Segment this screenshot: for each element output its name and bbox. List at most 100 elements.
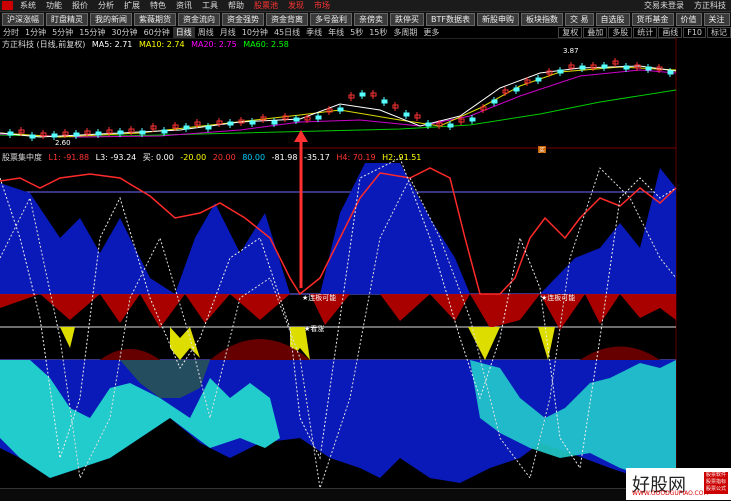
period-tab-10[interactable]: 45日线 [271,27,303,38]
chart-tool-button-0[interactable]: 复权 [558,27,583,38]
candle-body [73,132,80,137]
period-tab-12[interactable]: 年线 [325,27,347,38]
period-tab-16[interactable]: 更多 [420,27,442,38]
period-tab-0[interactable]: 分时 [0,27,22,38]
candle-body [205,125,212,130]
menu-item-discover[interactable]: 发现 [283,0,309,11]
indicator-l6: 20.00 [212,153,236,162]
candle-body [359,92,366,97]
menu-bar: 系统 功能 报价 分析 扩展 特色 资讯 工具 帮助 股票池 发现 市场 交易未… [0,0,731,12]
menu-item-extend[interactable]: 扩展 [119,0,145,11]
menu-item-info[interactable]: 资讯 [171,0,197,11]
toolbar-button-2[interactable]: 我的新闻 [90,12,132,26]
price-panel: 3.87 2.60 买 [0,47,677,154]
chart-area[interactable]: 3.87 2.60 买 ★连板可能 ★连板可能 ★看涨 [0,38,731,488]
chart-tool-button-1[interactable]: 叠加 [583,27,608,38]
indicator-h4: H4: 70.19 [336,153,376,162]
period-tab-14[interactable]: 15秒 [366,27,390,38]
chart-tool-button-4[interactable]: 画线 [658,27,683,38]
status-bar [0,488,731,501]
toolbar-button-11[interactable]: 新股申购 [476,12,519,26]
candle-body [381,99,388,104]
watermark-badge: 股票软件 股票指标 股票公式 [704,472,728,494]
menu-item-stock-pool[interactable]: 股票池 [249,0,283,11]
chart-tool-button-3[interactable]: 统计 [633,27,658,38]
period-tab-8[interactable]: 月线 [217,27,239,38]
period-tab-6[interactable]: 日线 [172,27,195,38]
toolbar-button-1[interactable]: 盯盘精灵 [46,12,88,26]
toolbar-button-9[interactable]: 跌停买 [390,12,424,26]
chart-tool-button-6[interactable]: 标记 [707,27,731,38]
chart-tool-button-5[interactable]: F10 [683,27,706,38]
menu-item-help[interactable]: 帮助 [223,0,249,11]
period-tab-5[interactable]: 60分钟 [141,27,173,38]
candle-body [95,131,102,136]
toolbar-button-4[interactable]: 资金流向 [178,12,220,26]
ma20-line [0,69,677,138]
toolbar-button-15[interactable]: 货币基金 [631,12,674,26]
candle-body [7,131,14,136]
login-status[interactable]: 交易未登录 [639,0,689,11]
menu-item-function[interactable]: 功能 [41,0,67,11]
toolbar-button-0[interactable]: 沪深涨幅 [2,12,44,26]
toolbar-button-13[interactable]: 交 易 [564,12,594,26]
indicator-l4: 买: 0.00 [142,153,174,162]
yellow-zone-3 [468,327,500,360]
toolbar-button-5[interactable]: 资金强势 [222,12,264,26]
period-tab-9[interactable]: 10分钟 [239,27,271,38]
candle-body [491,99,498,104]
toolbar-button-17[interactable]: 关注 [703,12,730,26]
app-logo-icon [2,1,13,10]
toolbar-button-3[interactable]: 紫薇期货 [134,12,176,26]
period-tab-13[interactable]: 5秒 [347,27,366,38]
menu-item-special[interactable]: 特色 [145,0,171,11]
candle-body [557,69,564,74]
menu-item-quote[interactable]: 报价 [67,0,93,11]
toolbar-button-16[interactable]: 价值 [675,12,702,26]
menu-item-tools[interactable]: 工具 [197,0,223,11]
period-tab-11[interactable]: 季线 [303,27,325,38]
candle-body [337,107,344,112]
menu-item-analysis[interactable]: 分析 [93,0,119,11]
toolbar-button-12[interactable]: 板块指数 [520,12,563,26]
candle-body [623,65,630,70]
candle-body [667,70,674,75]
indicator-l1: L1: -91.88 [48,153,90,162]
menu-item-market[interactable]: 市场 [309,0,335,11]
candle-body [645,66,652,71]
candle-body [579,65,586,70]
period-tab-3[interactable]: 15分钟 [76,27,108,38]
signal-label-3: ★看涨 [304,324,324,333]
candle-body [535,77,542,82]
indicator-name: 股票集中度 [2,153,42,162]
period-tab-2[interactable]: 5分钟 [49,27,76,38]
candle-body [161,129,168,134]
candle-body [293,117,300,122]
toolbar-button-7[interactable]: 多号盈利 [310,12,352,26]
period-tab-7[interactable]: 周线 [195,27,217,38]
toolbar-button-10[interactable]: BTF数据表 [426,12,475,26]
ma5-line [0,65,677,138]
period-tab-4[interactable]: 30分钟 [108,27,140,38]
indicator-l5: -20.00 [180,153,207,162]
period-tab-15[interactable]: 多周期 [390,27,420,38]
candle-body [425,122,432,127]
candle-body [139,130,146,135]
toolbar-button-14[interactable]: 自选股 [595,12,630,26]
toolbar-button-6[interactable]: 资金背离 [266,12,308,26]
candle-body [249,120,256,125]
candle-body [601,64,608,69]
menu-item-system[interactable]: 系统 [15,0,41,11]
candle-body [117,130,124,135]
candle-body [403,112,410,117]
site-watermark: 好股网 WWW.GOODGUPIAO.COM 股票软件 股票指标 股票公式 [626,468,731,500]
indicator-l9: -35.17 [304,153,330,162]
indicator-panel: ★连板可能 ★连板可能 ★看涨 [0,157,677,488]
toolbar-button-8[interactable]: 亲傍卖 [354,12,388,26]
period-tab-1[interactable]: 1分钟 [22,27,49,38]
chart-tool-button-2[interactable]: 多股 [608,27,633,38]
candle-body [183,125,190,130]
candle-body [29,134,36,139]
candle-body [447,123,454,128]
candle-body [513,87,520,92]
